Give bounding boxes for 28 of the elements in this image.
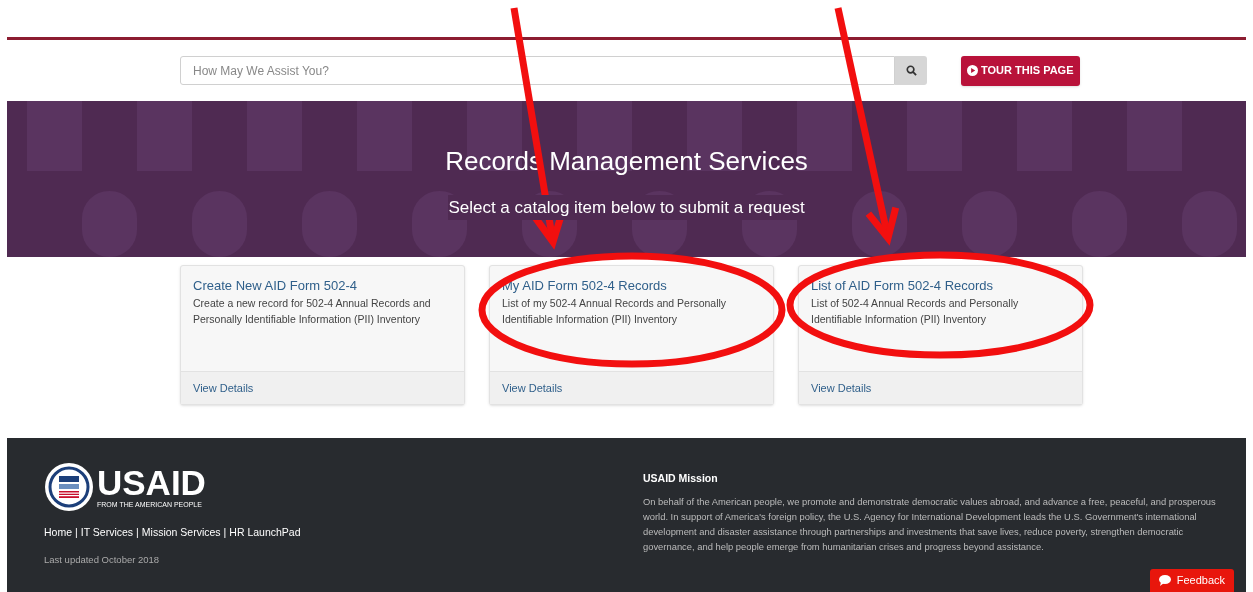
- card-title[interactable]: List of AID Form 502-4 Records: [811, 278, 1070, 294]
- card-title[interactable]: Create New AID Form 502-4: [193, 278, 452, 294]
- card-description: List of 502-4 Annual Records and Personally Identifiable Information (PII) Inventory: [811, 296, 1020, 327]
- logo-wordmark: USAID: [97, 465, 206, 500]
- search-button[interactable]: [895, 56, 927, 85]
- mission-title: USAID Mission: [643, 471, 719, 486]
- card-description: List of my 502-4 Annual Records and Personally Identifiable Information (PII) Inventory: [502, 296, 728, 327]
- link-separator: |: [136, 525, 139, 540]
- footer-link[interactable]: Mission Services: [141, 525, 221, 541]
- search-field[interactable]: How May We Assist You?: [180, 56, 895, 85]
- footer-link[interactable]: IT Services: [80, 525, 134, 541]
- tour-button[interactable]: TOUR THIS PAGE: [961, 55, 1080, 86]
- last-updated: Last updated October 2018: [44, 552, 161, 567]
- link-separator: |: [223, 525, 227, 540]
- mission-text: On behalf of the American people, we promote and demonstrate democratic values abroad, and advance a free, peaceful, and prosperous world. In support of America's foreign policy, the U.S. Agency for International Development leads the U.S. Government's international development and disaster assistance through partnerships and investments that save lives, reduce poverty, strengthen democratic governance, and help people emerge from humanitarian crises and progress beyond assistance.: [643, 494, 1217, 554]
- footer-link[interactable]: Home: [44, 525, 72, 541]
- link-separator: |: [75, 525, 78, 540]
- view-details-link[interactable]: View Details: [502, 379, 563, 397]
- search-icon: [905, 65, 917, 76]
- feedback-button[interactable]: Feedback: [1149, 569, 1234, 592]
- banner-subtitle: Select a catalog item below to submit a request: [448, 194, 805, 221]
- play-icon: [967, 65, 978, 76]
- view-details-link[interactable]: View Details: [193, 379, 254, 397]
- view-details-link[interactable]: View Details: [811, 379, 872, 397]
- card-description: Create a new record for 502-4 Annual Records and Personally Identifiable Information (PII) Inventory: [193, 296, 432, 327]
- seal-icon: [44, 462, 94, 512]
- footer-link[interactable]: HR LaunchPad: [229, 525, 301, 541]
- speech-bubble-icon: [1158, 575, 1171, 586]
